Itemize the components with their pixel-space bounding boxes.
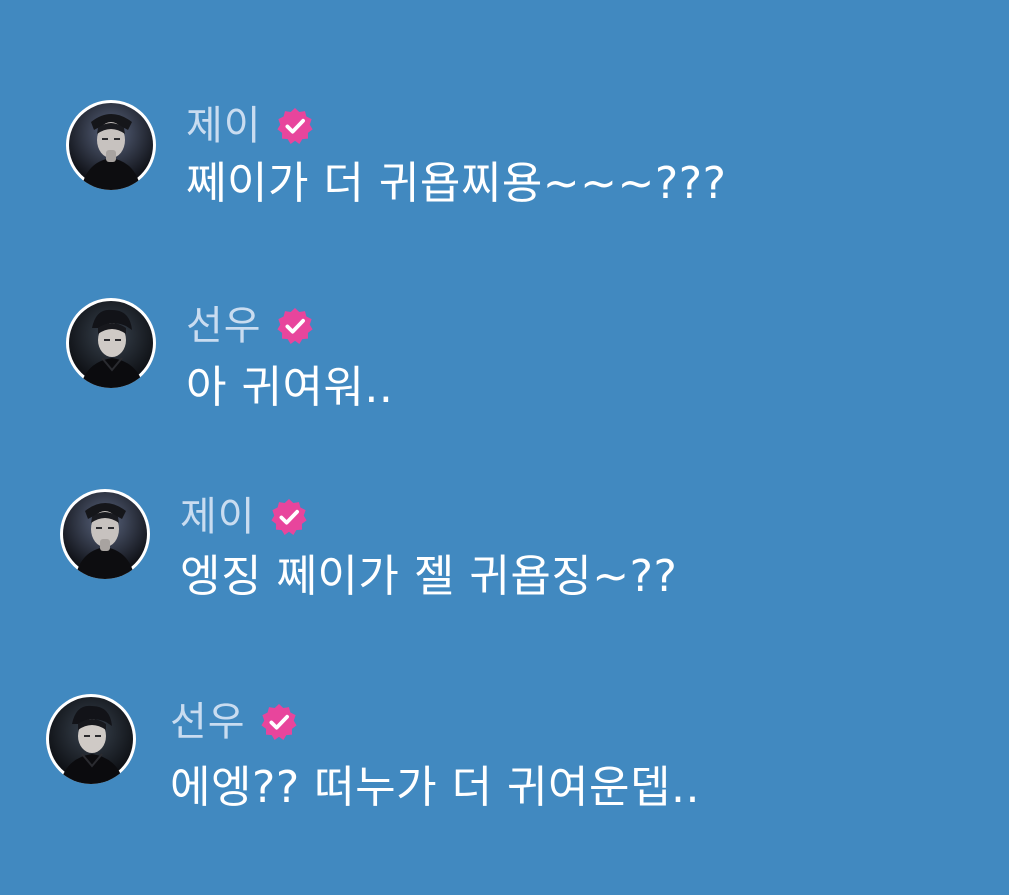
message-text: 에엥?? 떠누가 더 귀여운뎁.. bbox=[170, 762, 700, 813]
verified-badge-icon bbox=[261, 703, 297, 741]
avatar[interactable] bbox=[60, 489, 150, 579]
message-text: 아 귀여워.. bbox=[186, 362, 394, 413]
message-text: 쩨이가 더 귀욥찌용~~~??? bbox=[186, 158, 727, 209]
name-row: 선우 bbox=[170, 696, 298, 748]
avatar-sunoo-icon bbox=[69, 301, 153, 388]
verified-badge-icon bbox=[277, 307, 313, 345]
name-row: 제이 bbox=[180, 491, 308, 543]
username[interactable]: 제이 bbox=[180, 491, 256, 543]
name-row: 선우 bbox=[186, 300, 314, 352]
message-text: 엥징 쩨이가 젤 귀욥징~?? bbox=[180, 551, 678, 602]
chat-message: 제이 엥징 쩨이가 젤 귀욥징~?? bbox=[0, 483, 1009, 603]
avatar-jay-icon bbox=[69, 103, 153, 190]
username[interactable]: 선우 bbox=[170, 696, 246, 748]
chat-message: 선우 아 귀여워.. bbox=[0, 288, 1009, 413]
avatar[interactable] bbox=[46, 694, 136, 784]
username[interactable]: 선우 bbox=[186, 300, 262, 352]
avatar[interactable] bbox=[66, 100, 156, 190]
username[interactable]: 제이 bbox=[186, 100, 262, 152]
avatar-sunoo-icon bbox=[49, 697, 133, 784]
avatar-jay-icon bbox=[63, 492, 147, 579]
chat-message: 선우 에엥?? 떠누가 더 귀여운뎁.. bbox=[0, 690, 1009, 813]
verified-badge-icon bbox=[277, 107, 313, 145]
chat-screen: 제이 쩨이가 더 귀욥찌용~~~??? 선우 아 귀여워.. 제이 엥징 쩨이가… bbox=[0, 0, 1009, 895]
verified-badge-icon bbox=[271, 498, 307, 536]
name-row: 제이 bbox=[186, 100, 314, 152]
avatar[interactable] bbox=[66, 298, 156, 388]
chat-message: 제이 쩨이가 더 귀욥찌용~~~??? bbox=[0, 90, 1009, 210]
